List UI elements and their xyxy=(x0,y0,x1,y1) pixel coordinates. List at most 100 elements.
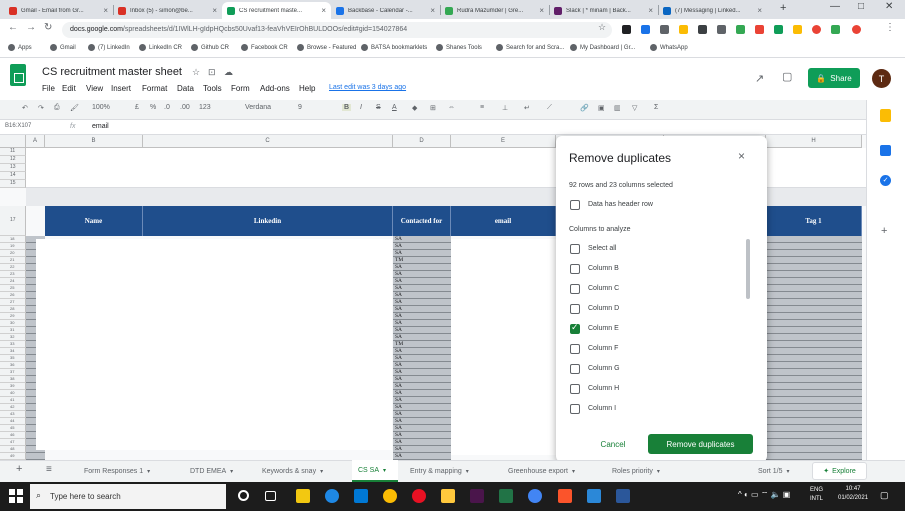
bookmark-item[interactable]: LinkedIn CR xyxy=(139,44,182,51)
paint-format-icon[interactable]: 🖌 xyxy=(70,104,79,112)
sheet-tab[interactable]: Form Responses 1 ▾ xyxy=(78,460,170,482)
new-tab-button[interactable]: + xyxy=(780,2,786,14)
merge-cells-icon[interactable]: ⇔ xyxy=(448,104,455,111)
contacted-cell[interactable]: SA xyxy=(395,299,402,305)
row-header[interactable]: 30 xyxy=(0,320,26,327)
column-checkbox-label[interactable]: Column D xyxy=(588,305,619,312)
task-view-icon[interactable] xyxy=(265,491,276,501)
bookmark-item[interactable]: WhatsApp xyxy=(650,44,688,51)
column-checkbox-label[interactable]: Column E xyxy=(588,325,619,332)
sheet-tab[interactable]: DTD EMEA ▾ xyxy=(184,460,250,482)
contacted-cell[interactable]: SA xyxy=(395,390,402,396)
bookmark-item[interactable]: Gmail xyxy=(50,44,76,51)
row-header[interactable]: 45 xyxy=(0,425,26,432)
row-header[interactable]: 43 xyxy=(0,411,26,418)
opera-icon[interactable] xyxy=(412,489,426,503)
menu-file[interactable]: File xyxy=(42,84,55,93)
user-avatar[interactable]: T xyxy=(872,69,891,88)
sheets-logo[interactable] xyxy=(10,64,26,86)
menu-format[interactable]: Format xyxy=(142,84,167,93)
row-header[interactable]: 29 xyxy=(0,313,26,320)
bookmark-item[interactable]: Apps xyxy=(8,44,32,51)
text-color-button[interactable]: A xyxy=(392,104,397,111)
borders-icon[interactable]: ⊞ xyxy=(430,104,436,112)
add-addon-icon[interactable]: + xyxy=(881,225,887,237)
extension-icon[interactable] xyxy=(698,25,707,34)
font-size-select[interactable]: 9 xyxy=(298,104,302,111)
notification-icon[interactable]: ▢ xyxy=(880,490,889,501)
column-checkbox-label[interactable]: Column H xyxy=(588,385,619,392)
row-header[interactable]: 41 xyxy=(0,397,26,404)
row-header[interactable]: 42 xyxy=(0,404,26,411)
font-select[interactable]: Verdana xyxy=(245,104,271,111)
column-checkbox[interactable] xyxy=(570,304,580,314)
formula-input[interactable]: email xyxy=(92,123,109,130)
column-checkbox[interactable] xyxy=(570,284,580,294)
sheet-tab[interactable]: Greenhouse export ▾ xyxy=(502,460,598,482)
chrome-icon[interactable] xyxy=(383,489,397,503)
row-header[interactable]: 35 xyxy=(0,355,26,362)
bookmark-item[interactable]: Browse - Featured xyxy=(297,44,356,51)
more-formats-button[interactable]: 123 xyxy=(199,104,211,111)
document-title[interactable]: CS recruitment master sheet xyxy=(42,66,182,78)
column-header[interactable]: A xyxy=(26,135,45,148)
row-header[interactable]: 19 xyxy=(0,243,26,250)
dialog-scrollbar[interactable] xyxy=(746,239,750,299)
extension-icon[interactable] xyxy=(774,25,783,34)
remove-duplicates-button[interactable]: Remove duplicates xyxy=(648,434,753,454)
bookmark-item[interactable]: (7) LinkedIn xyxy=(88,44,130,51)
taskbar-search-input[interactable]: ⌕ Type here to search xyxy=(30,484,226,509)
row-header[interactable]: 21 xyxy=(0,257,26,264)
contacted-cell[interactable]: SA xyxy=(395,243,402,249)
column-header[interactable]: C xyxy=(143,135,393,148)
bookmark-item[interactable]: Shanes Tools xyxy=(436,44,482,51)
row-header[interactable]: 32 xyxy=(0,334,26,341)
text-rotation-icon[interactable]: ⟋ xyxy=(547,104,552,112)
column-checkbox-label[interactable]: Column B xyxy=(588,265,619,272)
column-checkbox-label[interactable]: Column F xyxy=(588,345,618,352)
language-indicator[interactable]: ENG INTL xyxy=(810,486,823,504)
file-explorer-icon[interactable] xyxy=(296,489,310,503)
row-header[interactable]: 34 xyxy=(0,348,26,355)
tab-close-icon[interactable]: × xyxy=(539,6,544,15)
sheet-tab[interactable]: Keywords & snay ▾ xyxy=(256,460,346,482)
contacted-cell[interactable]: TM xyxy=(395,341,403,347)
extension-icon[interactable] xyxy=(812,25,821,34)
cancel-button[interactable]: Cancel xyxy=(586,434,640,454)
select-all-corner[interactable] xyxy=(0,135,26,148)
contacted-cell[interactable]: SA xyxy=(395,432,402,438)
close-window-icon[interactable]: ✕ xyxy=(885,1,893,12)
contacted-cell[interactable]: SA xyxy=(395,369,402,375)
print-icon[interactable]: ⎙ xyxy=(54,104,60,112)
back-icon[interactable]: ← xyxy=(8,22,18,33)
menu-data[interactable]: Data xyxy=(177,84,194,93)
row-header[interactable]: 46 xyxy=(0,432,26,439)
row-header[interactable]: 48 xyxy=(0,446,26,453)
row-header[interactable]: 44 xyxy=(0,418,26,425)
extension-icon[interactable] xyxy=(660,25,669,34)
keep-icon[interactable] xyxy=(880,109,891,122)
star-icon[interactable]: ☆ xyxy=(192,67,200,78)
extension-icon[interactable] xyxy=(736,25,745,34)
contacted-cell[interactable]: SA xyxy=(395,236,402,242)
menu-help[interactable]: Help xyxy=(299,84,315,93)
cortana-icon[interactable] xyxy=(238,490,249,501)
column-checkbox[interactable] xyxy=(570,384,580,394)
bookmark-item[interactable]: My Dashboard | Gr... xyxy=(570,44,635,51)
comments-icon[interactable]: ▢ xyxy=(782,70,792,83)
menu-view[interactable]: View xyxy=(86,84,103,93)
chrome-menu-icon[interactable]: ⋮ xyxy=(885,22,895,33)
column-header[interactable]: H xyxy=(766,135,862,148)
row-header[interactable]: 47 xyxy=(0,439,26,446)
contacted-cell[interactable]: SA xyxy=(395,320,402,326)
column-tag-cells[interactable] xyxy=(766,236,862,460)
column-checkbox[interactable] xyxy=(570,344,580,354)
contacted-cell[interactable]: SA xyxy=(395,348,402,354)
move-folder-icon[interactable]: ⊡ xyxy=(208,67,216,78)
contacted-cell[interactable]: SA xyxy=(395,397,402,403)
row-header[interactable]: 31 xyxy=(0,327,26,334)
header-tag1[interactable]: Tag 1 xyxy=(766,206,862,236)
browser-tab[interactable]: CS recruitment maste... × xyxy=(222,2,331,19)
insert-comment-icon[interactable]: ▣ xyxy=(598,104,605,112)
undo-icon[interactable]: ↶ xyxy=(22,104,28,112)
